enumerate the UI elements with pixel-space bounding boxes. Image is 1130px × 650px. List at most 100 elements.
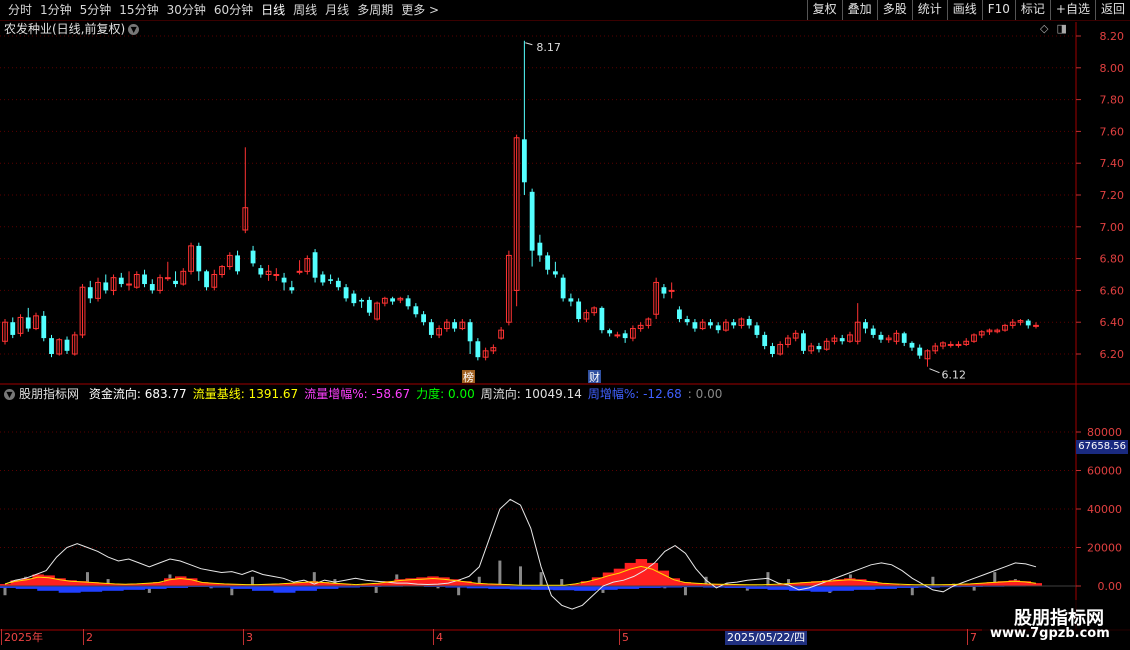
candle-body-down [661, 287, 667, 294]
date-cursor-label: 2025/05/22/四 [725, 631, 808, 645]
candle-body-down [560, 277, 566, 299]
date-label-0: 2025年 [4, 631, 43, 644]
candle-body-down [413, 306, 419, 315]
date-axis: 2025年 2 3 4 5 7 [0, 629, 1076, 646]
price-axis-label: 6.80 [1100, 253, 1125, 266]
candle-body-down [312, 252, 318, 278]
indicator-item-4: 周流向: 10049.14 [480, 387, 582, 401]
indicator-blue-bar [531, 586, 554, 590]
candle-body-down [405, 298, 411, 307]
indicator-gray-bar [498, 560, 502, 586]
indicator-axis-label: 20000 [1087, 542, 1122, 555]
candle-body-down [475, 341, 481, 358]
indicator-gray-bar [539, 572, 543, 586]
candle-body-down [335, 280, 341, 288]
indicator-blue-bar [831, 586, 854, 591]
date-tick [243, 629, 244, 645]
price-axis-label: 6.40 [1100, 316, 1125, 329]
candle-body-down [521, 139, 527, 183]
candle-body-down [366, 299, 372, 313]
candle-body-down [103, 282, 109, 291]
candle-body-down [49, 338, 54, 354]
indicator-red-bar [43, 575, 55, 586]
candle-body-up [614, 334, 621, 337]
high-marker-arrow [525, 42, 533, 46]
candle-body-down [754, 325, 760, 335]
event-tag-1: 财 [589, 370, 600, 384]
date-tick [83, 629, 84, 645]
indicator-item-0: 资金流向: 683.77 [88, 387, 187, 401]
candle-body-down [149, 284, 155, 291]
indicator-axis-label: 80000 [1087, 426, 1122, 439]
chart-canvas[interactable]: 8.20 8.00 7.80 7.60 7.40 7.20 7.00 6.80 6.60 6.40… [0, 0, 1130, 650]
candle-body-down [25, 317, 31, 329]
event-tag-0: 榜 [463, 370, 474, 384]
candle-body-down [870, 328, 876, 335]
candle-body-up [1033, 324, 1039, 327]
low-marker-arrow [929, 368, 940, 374]
candle-body-down [390, 298, 395, 302]
candle-body-down [10, 322, 16, 335]
candle-body-down [351, 293, 357, 304]
price-axis-label: 7.80 [1100, 94, 1125, 107]
price-axis-label: 8.00 [1100, 62, 1125, 75]
indicator-blue-bar [853, 586, 876, 590]
candle-body-down [41, 315, 47, 339]
candle-body-down [770, 346, 775, 354]
price-axis-label: 8.20 [1100, 30, 1125, 43]
candle-body-down [64, 339, 70, 351]
indicator-blue-bar [767, 586, 790, 590]
indicator-red-bar [624, 562, 637, 586]
candle-body-up [668, 289, 675, 292]
candle-body-down [878, 334, 884, 340]
candle-body-down [320, 274, 326, 283]
candle-body-down [863, 322, 868, 329]
candle-body-down [708, 322, 713, 326]
indicator-axis-label: 60000 [1087, 465, 1122, 478]
indicator-item-2: 流量增幅%: -58.67 [304, 387, 411, 401]
indicator-blue-bar [58, 586, 81, 593]
candle-body-down [359, 299, 364, 302]
candle-body-up [164, 277, 171, 280]
candle-body-down [816, 346, 822, 350]
indicator-blue-bar [574, 586, 597, 591]
chevron-down-icon[interactable]: ▼ [4, 389, 15, 400]
indicator-item-3: 力度: 0.00 [416, 387, 475, 401]
indicator-item-1: 流量基线: 1391.67 [192, 387, 299, 401]
candle-body-down [142, 274, 147, 285]
candle-body-down [684, 319, 690, 323]
indicator-name: 股朋指标网 [19, 387, 80, 401]
candle-body-down [452, 322, 458, 329]
candle-body-down [692, 322, 698, 329]
candle-body-down [467, 322, 473, 342]
candle-body-down [235, 255, 240, 272]
date-tick [619, 629, 620, 645]
candle-body-down [731, 322, 737, 326]
indicator-gray-bar [519, 566, 522, 586]
fund-flow-line [4, 498, 1037, 610]
indicator-red-bar [175, 576, 187, 586]
candle-body-down [545, 255, 551, 270]
candle-body-down [909, 342, 915, 348]
indicator-current-value: 67658.56 [1076, 440, 1128, 454]
candle-body-down [529, 191, 535, 251]
candle-body-down [281, 277, 287, 283]
candle-body-down [576, 301, 582, 320]
candle-body-up [126, 283, 132, 286]
price-axis-label: 6.60 [1100, 284, 1125, 297]
indicator-axis-label: 40000 [1087, 503, 1122, 516]
candle-body-up [296, 270, 303, 273]
price-axis-label: 7.00 [1100, 221, 1125, 234]
indicator-blue-bar [252, 586, 274, 591]
candle-body-down [173, 280, 178, 285]
price-axis-label: 6.20 [1100, 348, 1125, 361]
candle-body-down [250, 250, 256, 264]
candle-body-down [801, 333, 806, 351]
candle-body-down [917, 347, 923, 356]
price-axis-label: 7.60 [1100, 125, 1125, 138]
candle-body-down [343, 287, 349, 299]
candle-body-down [204, 271, 209, 288]
indicator-blue-bar [80, 586, 103, 592]
indicator-blue-bar [810, 586, 833, 592]
candle-body-up [955, 343, 962, 346]
